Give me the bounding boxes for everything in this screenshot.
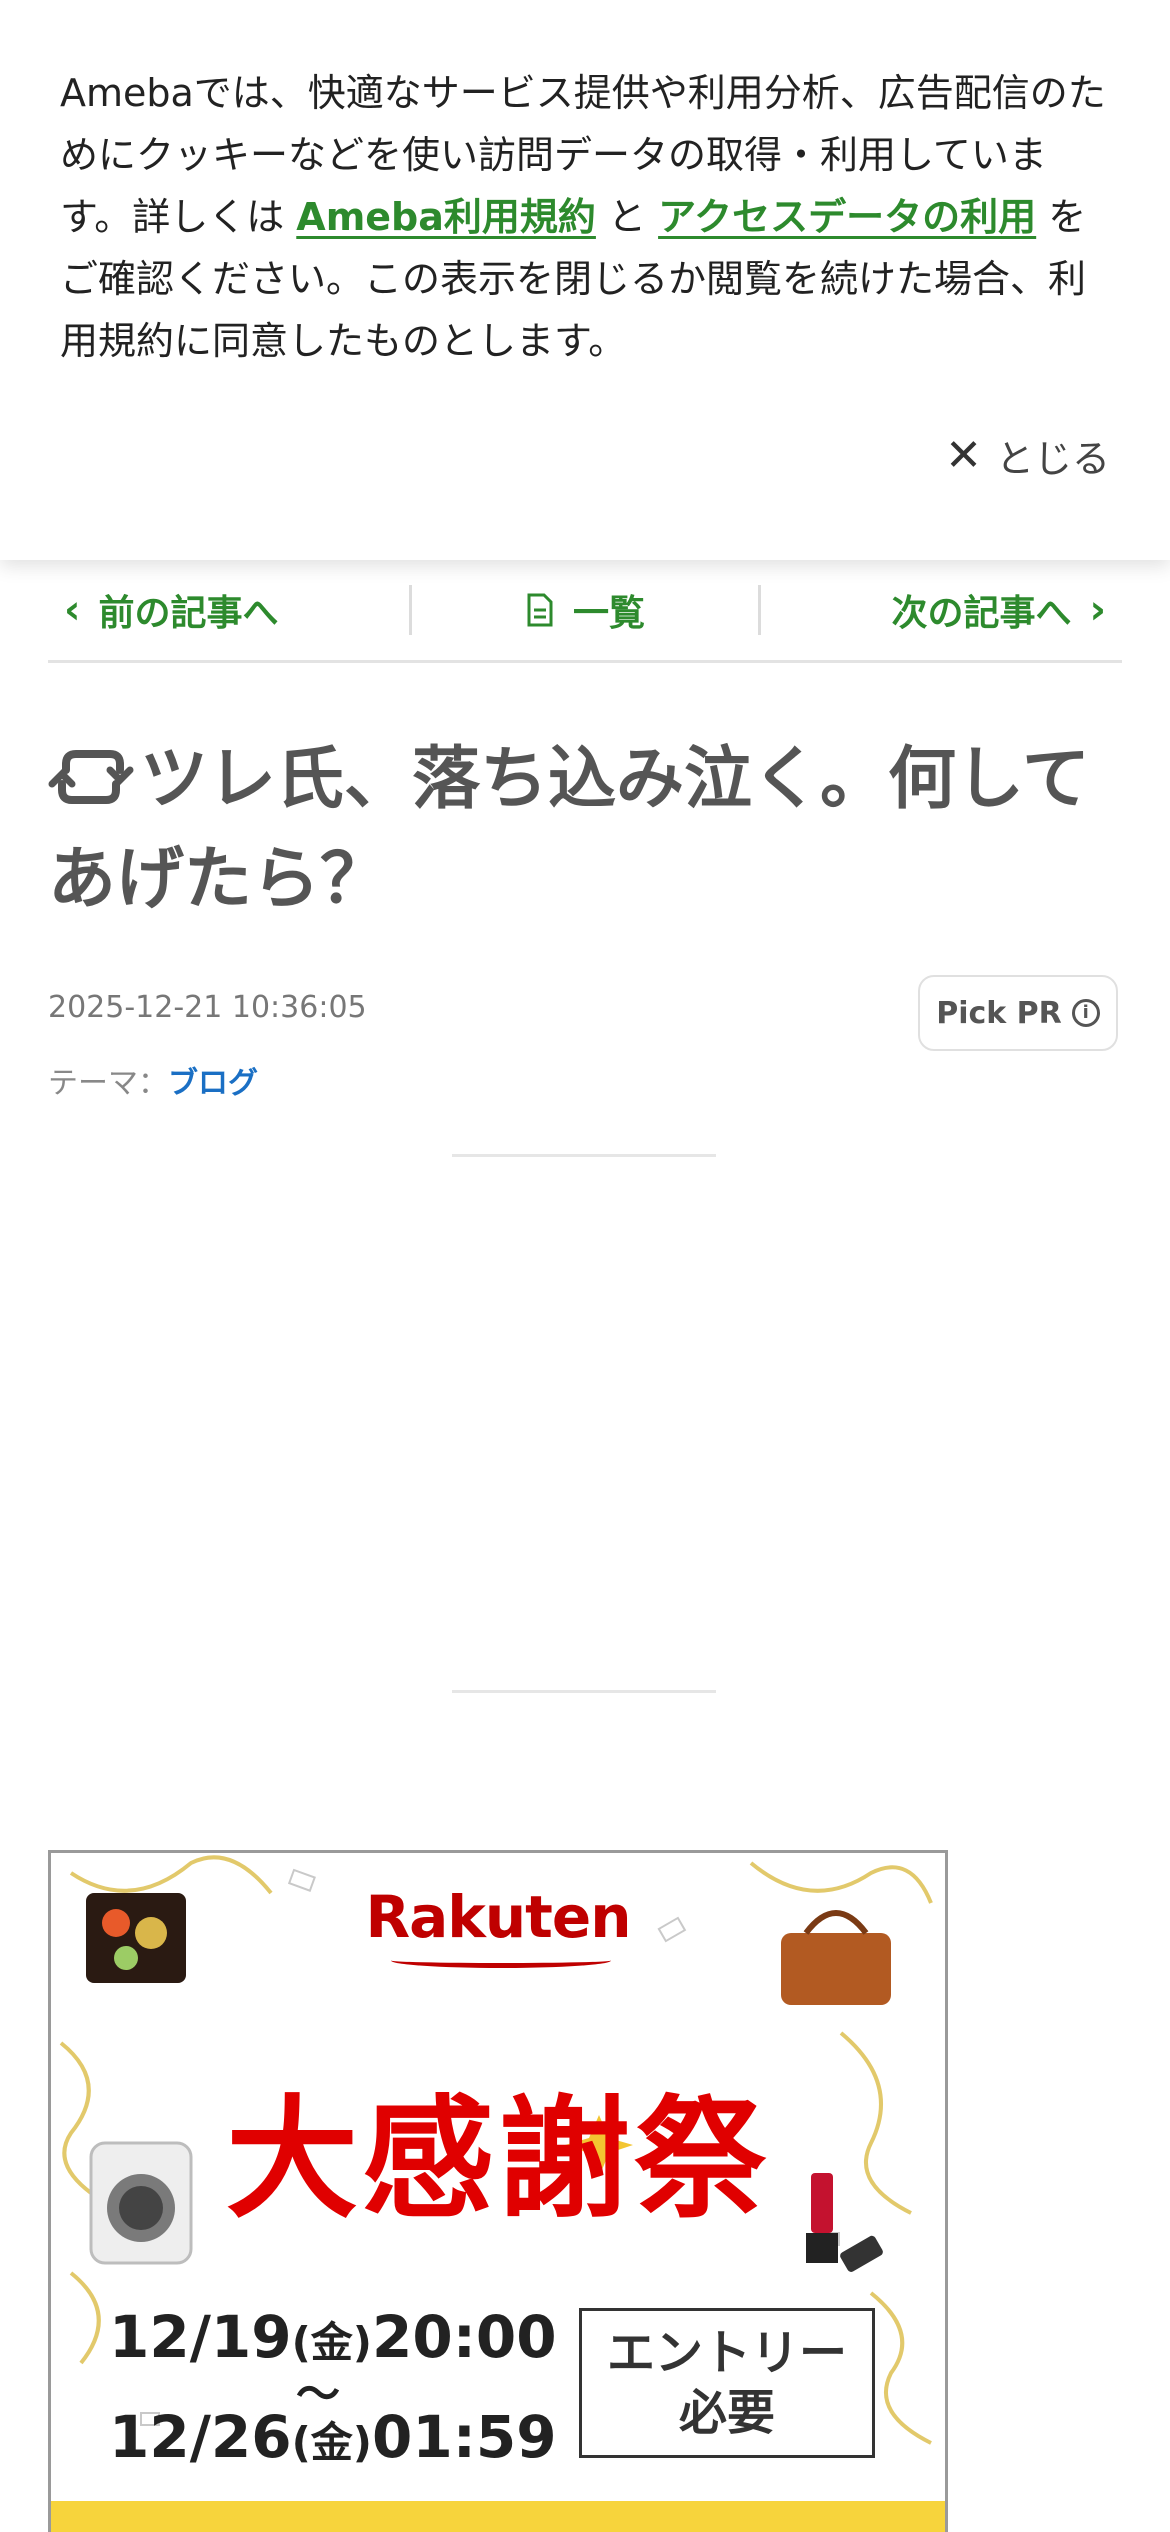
close-button[interactable]: ✕ とじる <box>945 420 1110 490</box>
ad-end-day-date: 12/26 <box>109 2403 292 2471</box>
ad-end-date: 12/26(金)01:59 <box>109 2403 557 2471</box>
article-list-label: 一覧 <box>572 593 645 634</box>
cookie-text-and: と <box>595 195 659 239</box>
article-list-link[interactable]: 一覧 <box>412 582 757 638</box>
chevron-left-icon: ‹ <box>64 587 81 633</box>
next-article-label: 次の記事へ <box>891 593 1072 634</box>
close-label: とじる <box>995 436 1110 481</box>
ad-headline: 大感謝祭 <box>226 2083 770 2237</box>
theme-link[interactable]: ブログ <box>168 1066 258 1101</box>
theme-line: テーマ：ブログ <box>48 1058 258 1102</box>
entry-required-box: エントリー 必要 <box>579 2308 875 2458</box>
page: Amebaでは、快適なサービス提供や利用分析、広告配信のためにクッキーなどを使い… <box>0 0 1170 2532</box>
ad-start-time: 20:00 <box>372 2303 557 2371</box>
access-data-link[interactable]: アクセスデータの利用 <box>658 195 1036 239</box>
pick-pr-button[interactable]: Pick PR i <box>918 975 1118 1051</box>
prev-article-link[interactable]: ‹ 前の記事へ <box>48 582 409 638</box>
pick-pr-label: Pick PR <box>936 995 1062 1031</box>
prev-article-label: 前の記事へ <box>98 593 279 634</box>
info-icon: i <box>1071 999 1100 1027</box>
reblog-icon <box>48 750 134 804</box>
ad-end-time: 01:59 <box>372 2403 557 2471</box>
entry-line1: エントリー <box>606 2325 847 2381</box>
article-title: ツレ氏、落ち込み泣く。何してあげたら？ <box>48 730 1122 930</box>
document-icon <box>527 593 553 627</box>
ad-start-day-date: 12/19 <box>109 2303 292 2371</box>
chevron-right-icon: › <box>1089 587 1106 633</box>
entry-line2: 必要 <box>678 2385 775 2441</box>
terms-link[interactable]: Ameba利用規約 <box>296 195 596 239</box>
rakuten-logo: Rakuten <box>365 1883 631 1951</box>
cookie-banner: Amebaでは、快適なサービス提供や利用分析、広告配信のためにクッキーなどを使い… <box>0 0 1170 560</box>
ad-end-weekday: (金) <box>291 2418 373 2467</box>
cookie-text: Amebaでは、快適なサービス提供や利用分析、広告配信のためにクッキーなどを使い… <box>60 62 1110 372</box>
post-date: 2025-12-21 10:36:05 <box>48 990 367 1025</box>
article-title-text: ツレ氏、落ち込み泣く。何してあげたら？ <box>48 740 1090 919</box>
article-nav: ‹ 前の記事へ 一覧 次の記事へ › <box>48 560 1122 663</box>
content-divider <box>452 1690 716 1693</box>
rakuten-logo-swoosh <box>391 1953 611 1968</box>
rakuten-ad-banner[interactable]: Rakuten 大感謝祭 12/19(金)20:00 〜 12/26(金)01:… <box>48 1850 948 2532</box>
theme-prefix: テーマ： <box>48 1066 168 1101</box>
ad-bottom-strip <box>51 2501 945 2532</box>
next-article-link[interactable]: 次の記事へ › <box>761 582 1122 638</box>
content-divider <box>452 1154 716 1157</box>
close-icon: ✕ <box>945 429 982 481</box>
